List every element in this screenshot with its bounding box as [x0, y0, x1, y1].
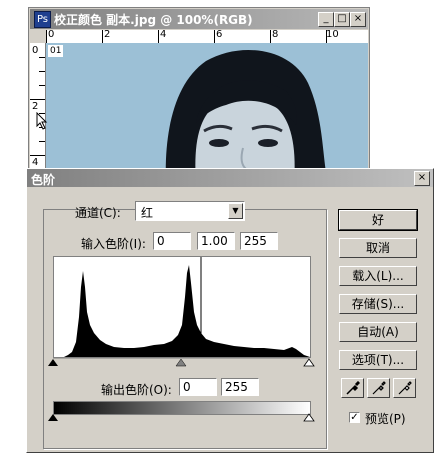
vertical-ruler: 0 2 4: [30, 43, 46, 176]
minimize-button[interactable]: _: [318, 12, 334, 27]
mouse-cursor-icon: [36, 112, 48, 130]
input-black-slider-handle: [48, 359, 58, 366]
output-white-slider-handle: [303, 413, 315, 422]
horizontal-ruler: 0 2 4 6 8 10: [46, 29, 368, 44]
load-button[interactable]: 载入(L)...: [339, 266, 417, 286]
ruler-number: 0: [32, 45, 39, 56]
input-levels-slider[interactable]: [47, 357, 315, 367]
close-button[interactable]: ×: [350, 12, 366, 27]
preview-label: 预览(P): [365, 412, 406, 426]
dialog-close-button[interactable]: ×: [414, 171, 430, 186]
output-levels-slider[interactable]: [47, 413, 315, 423]
maximize-button[interactable]: □: [334, 12, 350, 27]
white-eyedropper-icon[interactable]: [393, 378, 416, 398]
ruler-number: 6: [216, 29, 223, 40]
input-black-field[interactable]: 0: [153, 232, 191, 250]
portrait-photo: [165, 50, 327, 176]
black-eyedropper-icon[interactable]: [341, 378, 364, 398]
document-window: Ps 校正颜色 副本.jpg @ 100%(RGB) _ □ × 0 2 4 6…: [28, 7, 370, 177]
options-button[interactable]: 选项(T)...: [339, 350, 417, 370]
document-title: 校正颜色 副本.jpg @ 100%(RGB): [54, 13, 253, 27]
photoshop-icon: Ps: [34, 11, 51, 28]
levels-dialog: 色阶 × 通道(C): 红 ▼ 输入色阶(I): 0 1.00 255 输出色阶…: [26, 168, 434, 453]
input-white-slider-handle: [303, 358, 315, 367]
ruler-number: 0: [48, 29, 55, 40]
layer-badge: 01: [48, 45, 64, 57]
chevron-down-icon[interactable]: ▼: [228, 203, 243, 219]
ruler-number: 4: [32, 157, 39, 168]
input-white-field[interactable]: 255: [240, 232, 278, 250]
auto-button[interactable]: 自动(A): [339, 322, 417, 342]
output-levels-label: 输出色阶(O):: [101, 383, 172, 397]
save-button[interactable]: 存储(S)...: [339, 294, 417, 314]
ruler-number: 8: [272, 29, 279, 40]
ruler-number: 4: [160, 29, 167, 40]
output-white-field[interactable]: 255: [221, 378, 259, 396]
gray-eyedropper-icon[interactable]: [367, 378, 390, 398]
cancel-button[interactable]: 取消: [339, 238, 417, 258]
dialog-title: 色阶: [31, 173, 56, 187]
ruler-number: 2: [104, 29, 111, 40]
ruler-number: 2: [32, 101, 39, 112]
output-black-slider-handle: [48, 414, 58, 421]
histogram: [53, 256, 311, 358]
channel-label: 通道(C):: [75, 206, 121, 220]
input-gamma-field[interactable]: 1.00: [197, 232, 235, 250]
document-title-bar[interactable]: Ps 校正颜色 副本.jpg @ 100%(RGB) _ □ ×: [30, 9, 368, 29]
input-gamma-slider-handle: [175, 358, 187, 367]
dialog-title-bar[interactable]: 色阶 ×: [27, 169, 433, 187]
channel-dropdown[interactable]: 红 ▼: [135, 201, 245, 221]
ruler-number: 10: [326, 29, 339, 40]
channel-value: 红: [141, 206, 154, 220]
preview-checkbox[interactable]: ✓: [349, 412, 360, 423]
image-canvas[interactable]: [46, 43, 368, 176]
ok-button[interactable]: 好: [338, 209, 418, 231]
output-black-field[interactable]: 0: [179, 378, 217, 396]
input-levels-label: 输入色阶(I):: [81, 237, 146, 251]
